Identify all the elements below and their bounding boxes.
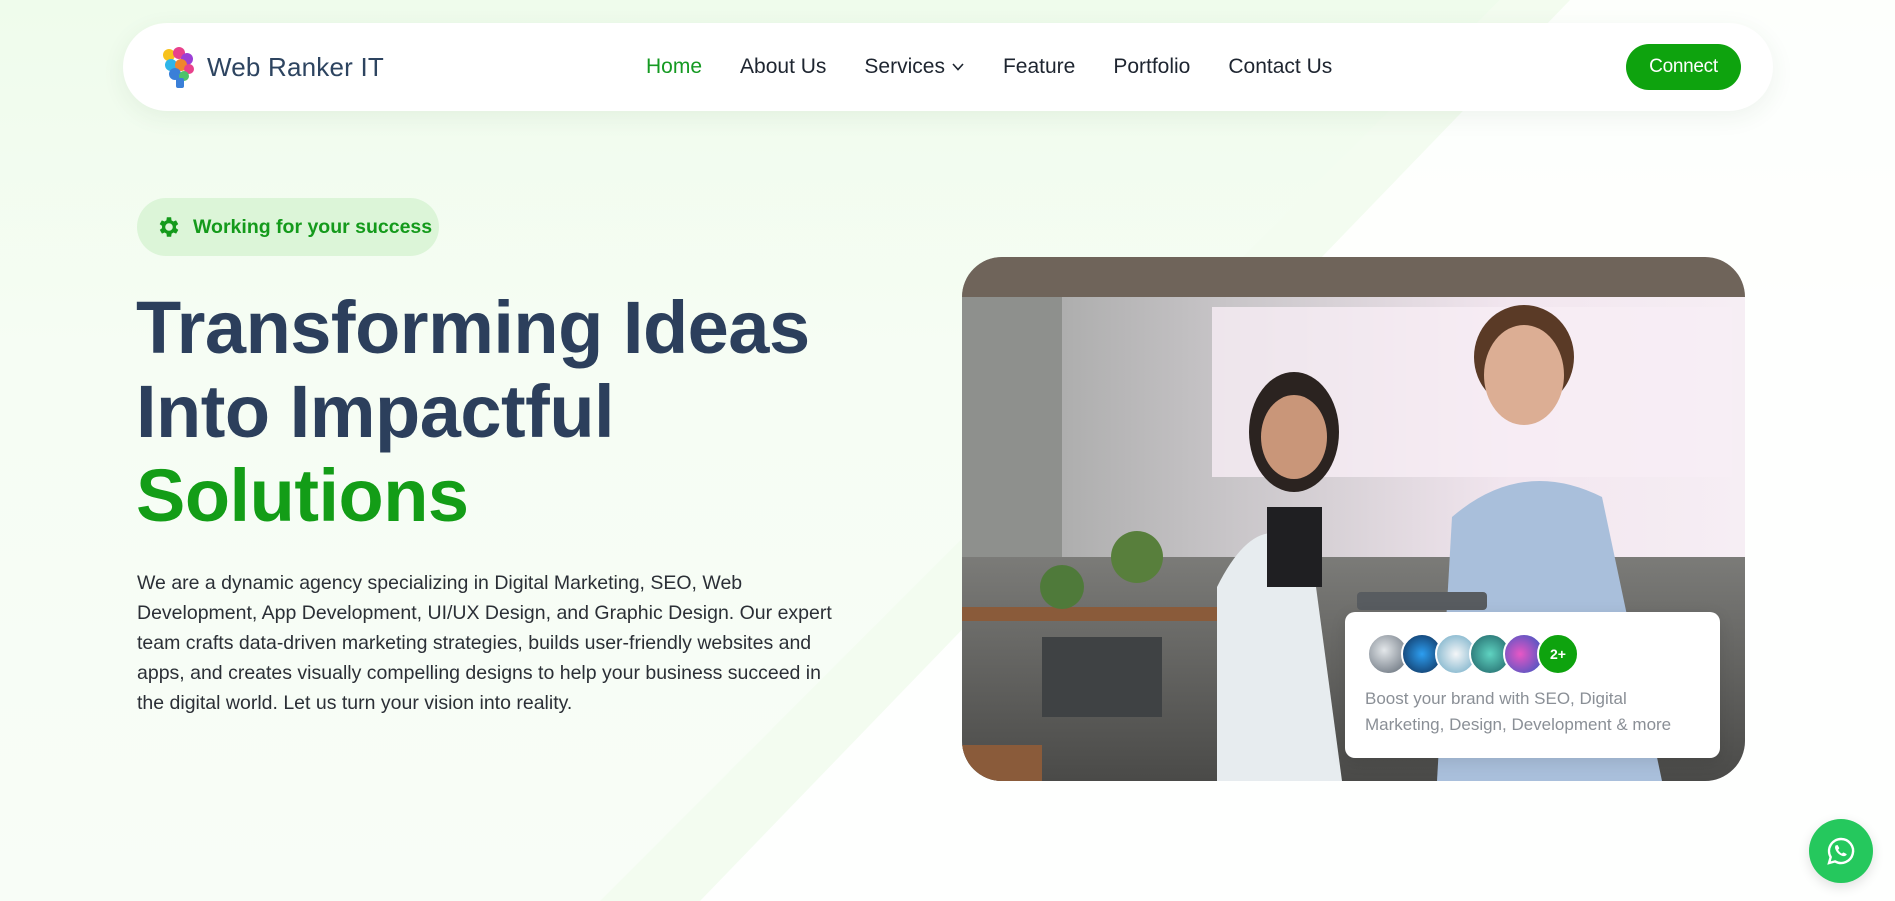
nav-item-services-label: Services	[864, 55, 945, 78]
hero-badge-text: Working for your success	[193, 215, 433, 238]
chevron-down-icon	[952, 63, 964, 71]
headline-accent: Solutions	[136, 454, 469, 537]
whatsapp-button[interactable]	[1809, 819, 1873, 883]
nav-item-feature[interactable]: Feature	[1003, 55, 1075, 79]
more-badge: 2+	[1537, 633, 1579, 675]
headline-line-1: Transforming Ideas	[136, 286, 810, 369]
nav-item-about-us[interactable]: About Us	[740, 55, 826, 79]
brain-logo-icon	[163, 47, 194, 88]
connect-button[interactable]: Connect	[1626, 44, 1741, 90]
gear-icon	[159, 217, 179, 237]
whatsapp-icon	[1827, 837, 1855, 865]
nav-item-services[interactable]: Services	[864, 55, 965, 79]
headline-line-2: Into Impactful	[136, 370, 615, 453]
hero-description: We are a dynamic agency specializing in …	[137, 572, 832, 714]
nav-item-contact-us[interactable]: Contact Us	[1228, 55, 1332, 79]
brand-name: Web Ranker IT	[207, 51, 384, 82]
hero-badge: Working for your success	[137, 198, 439, 256]
top-navbar: Web Ranker IT Home About Us Services Fea…	[123, 23, 1773, 111]
nav-links: Home About Us Services Feature Portfolio…	[646, 23, 1370, 111]
services-card-text: Boost your brand with SEO, Digital Marke…	[1365, 689, 1672, 734]
nav-item-home[interactable]: Home	[646, 55, 702, 79]
hero-headline: Transforming Ideas Into Impactful Soluti…	[136, 286, 810, 538]
services-card: 2+ Boost your brand with SEO, Digital Ma…	[1345, 612, 1720, 758]
nav-item-portfolio[interactable]: Portfolio	[1113, 55, 1190, 79]
avatar-group: 2+	[1367, 633, 1579, 675]
brand[interactable]: Web Ranker IT	[159, 45, 384, 89]
